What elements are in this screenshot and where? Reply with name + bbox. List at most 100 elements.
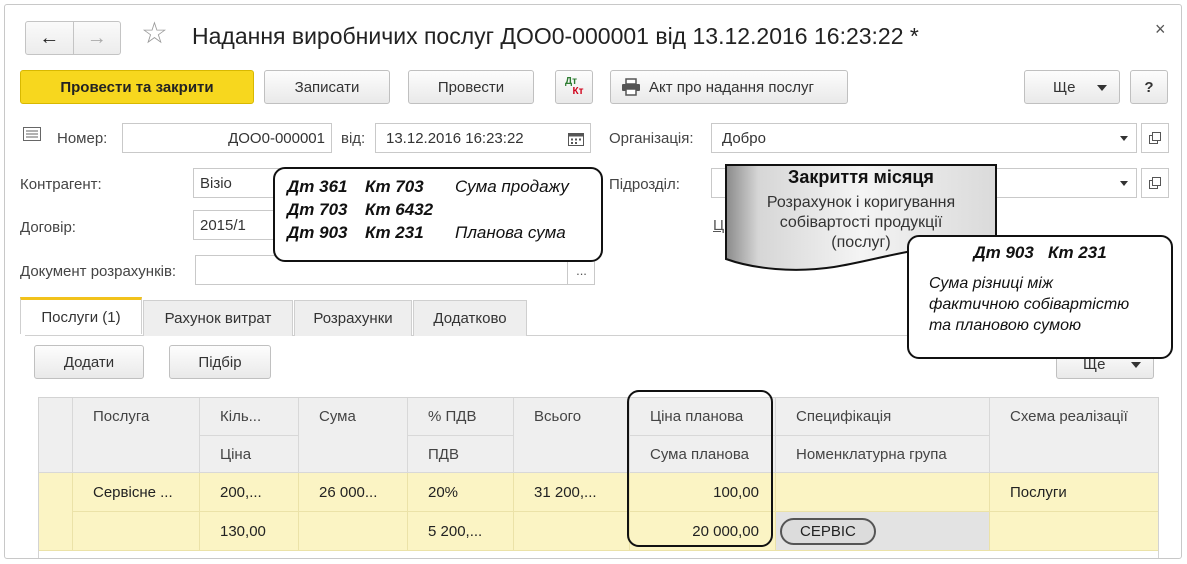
- variance-line-3: та плановою сумою: [929, 317, 1082, 334]
- col-total-header[interactable]: Всього: [514, 398, 630, 473]
- posting-1-note: Сума продажу: [455, 177, 569, 196]
- forward-arrow-icon: →: [86, 26, 107, 49]
- col-sum-header[interactable]: Сума: [299, 398, 408, 473]
- date-field[interactable]: 13.12.2016 16:23:22: [375, 123, 591, 153]
- act-print-button[interactable]: Акт про надання послуг: [610, 70, 848, 104]
- tab-services[interactable]: Послуги (1): [20, 297, 142, 334]
- kt-label: Кт: [572, 86, 584, 97]
- dropdown-triangle-icon[interactable]: [1120, 136, 1128, 141]
- col-specification-header[interactable]: Специфікація: [776, 398, 990, 436]
- cell-total-empty: [514, 512, 630, 551]
- posting-line-3: Дт 903 Кт 231 Планова сума: [287, 223, 566, 243]
- open-link-icon: [1149, 177, 1161, 189]
- month-close-line-2: собівартості продукції: [779, 214, 943, 231]
- col-price-header[interactable]: Ціна: [200, 436, 299, 473]
- variance-line-1: Сума різниці між: [929, 275, 1053, 292]
- month-close-line-1: Розрахунок і коригування: [766, 194, 956, 211]
- org-value: Добро: [722, 129, 766, 147]
- save-button[interactable]: Записати: [264, 70, 390, 104]
- select-button[interactable]: Підбір: [169, 345, 271, 379]
- posting-3-note: Планова сума: [455, 223, 566, 242]
- number-field[interactable]: ДОО0-000001: [122, 123, 332, 153]
- calendar-icon[interactable]: [568, 131, 584, 146]
- col-scheme-header[interactable]: Схема реалізації: [990, 398, 1158, 473]
- printer-icon: [621, 78, 641, 96]
- document-window: ← → ☆ Надання виробничих послуг ДОО0-000…: [4, 4, 1182, 559]
- cell-service-empty: [73, 512, 200, 551]
- month-close-title: Закриття місяця: [788, 167, 934, 187]
- contractor-label: Контрагент:: [20, 176, 102, 193]
- col-vat-rate-header[interactable]: % ПДВ: [408, 398, 514, 436]
- star-icon[interactable]: ☆: [141, 19, 168, 49]
- document-list-icon[interactable]: [23, 127, 41, 145]
- number-label: Номер:: [57, 130, 108, 147]
- contract-link-fragment[interactable]: Ц: [713, 217, 724, 234]
- dropdown-triangle-icon: [1131, 362, 1141, 368]
- posting-2-dt: Дт 703: [287, 200, 348, 219]
- col-qty-header[interactable]: Кіль...: [200, 398, 299, 436]
- post-button[interactable]: Провести: [408, 70, 534, 104]
- posting-line-2: Дт 703 Кт 6432: [287, 200, 433, 220]
- settlement-label: Документ розрахунків:: [20, 263, 177, 280]
- dt-kt-icon: Дт Кт: [564, 77, 584, 97]
- cell-total[interactable]: 31 200,...: [514, 473, 630, 512]
- close-icon[interactable]: ×: [1155, 19, 1166, 40]
- back-arrow-icon: ←: [39, 26, 60, 49]
- forward-button[interactable]: →: [72, 22, 121, 54]
- more-label: Ще: [1053, 78, 1076, 96]
- more-button[interactable]: Ще: [1024, 70, 1120, 104]
- cell-sum[interactable]: 26 000...: [299, 473, 408, 512]
- cell-sum-empty: [299, 512, 408, 551]
- posting-2-kt: Кт 6432: [365, 200, 434, 219]
- services-table: Послуга Кіль... Ціна Сума % ПДВ ПДВ Всьо…: [38, 397, 1159, 558]
- row-indicator: [39, 473, 73, 551]
- dropdown-triangle-icon[interactable]: [1120, 181, 1128, 186]
- cell-vat[interactable]: 5 200,...: [408, 512, 514, 551]
- org-open-button[interactable]: [1141, 123, 1169, 153]
- open-link-icon: [1149, 132, 1161, 144]
- subdivision-label: Підрозділ:: [609, 176, 680, 193]
- org-label: Організація:: [609, 130, 694, 147]
- col-vat-header[interactable]: ПДВ: [408, 436, 514, 473]
- cell-nomenclature-group[interactable]: СЕРВІС: [776, 512, 990, 551]
- add-button[interactable]: Додати: [34, 345, 144, 379]
- cell-scheme[interactable]: Послуги: [990, 473, 1158, 512]
- variance-callout: Дт 903 Кт 231 Сума різниці між фактичною…: [907, 235, 1173, 359]
- date-label: від:: [341, 130, 366, 147]
- date-value: 13.12.2016 16:23:22: [386, 129, 524, 147]
- subdivision-open-button[interactable]: [1141, 168, 1169, 198]
- dropdown-triangle-icon: [1097, 85, 1107, 91]
- posting-1-dt: Дт 361: [287, 177, 348, 196]
- plan-columns-highlight: [627, 390, 773, 547]
- cell-vat-rate[interactable]: 20%: [408, 473, 514, 512]
- dt-kt-button[interactable]: Дт Кт: [555, 70, 593, 104]
- tab-cost-account[interactable]: Рахунок витрат: [143, 300, 293, 336]
- cell-scheme-empty: [990, 512, 1158, 551]
- tab-additional[interactable]: Додатково: [413, 300, 527, 336]
- cell-service[interactable]: Сервісне ...: [73, 473, 200, 512]
- variance-text: Сума різниці між фактичною собівартістю …: [929, 273, 1129, 336]
- contract-label: Договір:: [20, 219, 76, 236]
- nomenclature-group-value: СЕРВІС: [780, 517, 876, 545]
- cell-specification[interactable]: [776, 473, 990, 512]
- org-field[interactable]: Добро: [711, 123, 1137, 153]
- col-nomenclature-group-header[interactable]: Номенклатурна група: [776, 436, 990, 473]
- post-and-close-button[interactable]: Провести та закрити: [20, 70, 254, 104]
- act-label: Акт про надання послуг: [649, 78, 815, 96]
- page-title: Надання виробничих послуг ДОО0-000001 ві…: [192, 23, 919, 49]
- posting-1-kt: Кт 703: [365, 177, 424, 196]
- posting-line-1: Дт 361 Кт 703 Сума продажу: [287, 177, 569, 197]
- nav-group: ← →: [25, 21, 121, 55]
- cell-price[interactable]: 130,00: [200, 512, 299, 551]
- posting-3-kt: Кт 231: [365, 223, 424, 242]
- variance-line-2: фактичною собівартістю: [929, 296, 1130, 313]
- back-button[interactable]: ←: [26, 22, 73, 54]
- tab-settlements[interactable]: Розрахунки: [294, 300, 412, 336]
- help-button[interactable]: ?: [1130, 70, 1168, 104]
- row-indicator-header: [39, 398, 73, 473]
- posting-3-dt: Дт 903: [287, 223, 348, 242]
- variance-entry: Дт 903 Кт 231: [973, 243, 1107, 262]
- col-service-header[interactable]: Послуга: [73, 398, 200, 473]
- postings-callout: Дт 361 Кт 703 Сума продажу Дт 703 Кт 643…: [273, 167, 603, 262]
- cell-qty[interactable]: 200,...: [200, 473, 299, 512]
